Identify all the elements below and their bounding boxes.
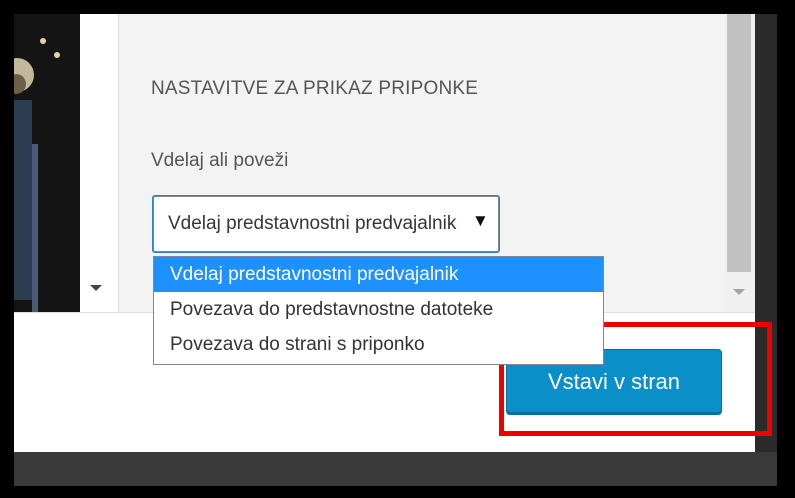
- select-current-value: Vdelaj predstavnostni predvajalnik: [168, 213, 457, 234]
- triangle-down-icon: ▼: [472, 211, 489, 230]
- thumbnail-art: [40, 38, 46, 44]
- scroll-down-icon[interactable]: [90, 285, 102, 291]
- attachment-thumbnail[interactable]: [14, 14, 80, 312]
- thumbnail-art: [54, 52, 60, 58]
- option-embed-media-player[interactable]: Vdelaj predstavnostni predvajalnik: [154, 257, 603, 292]
- section-title: NASTAVITVE ZA PRIKAZ PRIPONKE: [151, 78, 479, 99]
- option-link-to-attachment-page[interactable]: Povezava do strani s priponko: [154, 327, 603, 362]
- embed-or-link-select[interactable]: Vdelaj predstavnostni predvajalnik ▼: [153, 196, 499, 252]
- scroll-down-icon[interactable]: [733, 289, 745, 295]
- media-grid-gutter: [80, 14, 118, 312]
- thumbnail-art: [32, 144, 38, 312]
- thumbnail-art: [14, 100, 32, 300]
- screen-edge: [777, 14, 795, 498]
- embed-or-link-options: Vdelaj predstavnostni predvajalnik Povez…: [153, 256, 604, 365]
- embed-or-link-label: Vdelaj ali poveži: [151, 150, 289, 171]
- scrollbar-thumb[interactable]: [727, 14, 751, 272]
- option-link-to-media-file[interactable]: Povezava do predstavnostne datoteke: [154, 292, 603, 327]
- background-overlay-bottom: [14, 452, 777, 486]
